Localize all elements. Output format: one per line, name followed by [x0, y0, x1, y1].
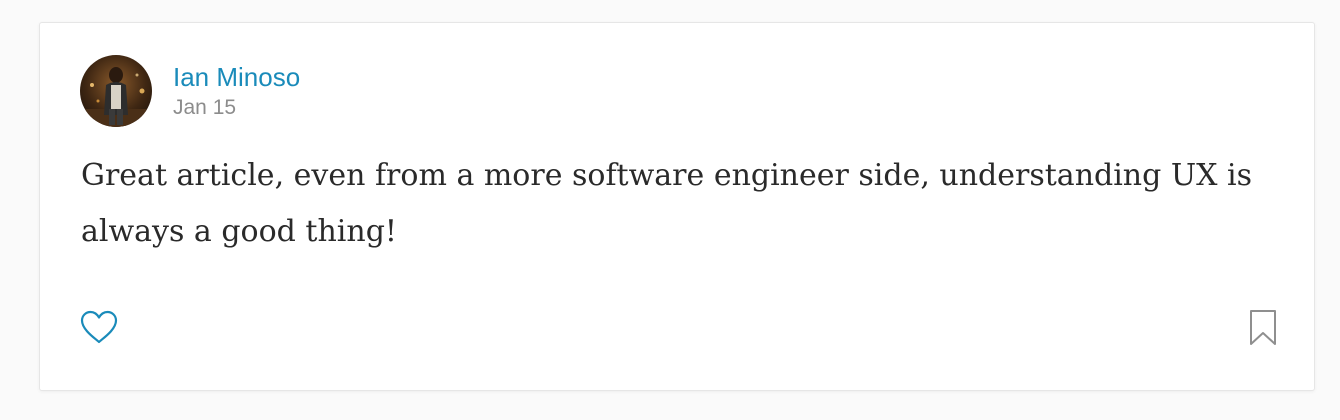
bookmark-button[interactable] — [1248, 309, 1278, 347]
like-button[interactable] — [79, 308, 119, 348]
post-date[interactable]: Jan 15 — [173, 94, 300, 122]
comment-header: Ian Minoso Jan 15 — [80, 54, 300, 128]
comment-text: Great article, even from a more software… — [81, 158, 1253, 249]
bookmark-icon — [1250, 310, 1276, 345]
author-name-link[interactable]: Ian Minoso — [173, 61, 300, 93]
comment-card: Ian Minoso Jan 15 Great article, even fr… — [39, 22, 1315, 391]
heart-icon — [80, 310, 118, 344]
avatar[interactable] — [80, 55, 152, 127]
author-info: Ian Minoso Jan 15 — [173, 61, 300, 122]
avatar-photo — [80, 55, 152, 127]
